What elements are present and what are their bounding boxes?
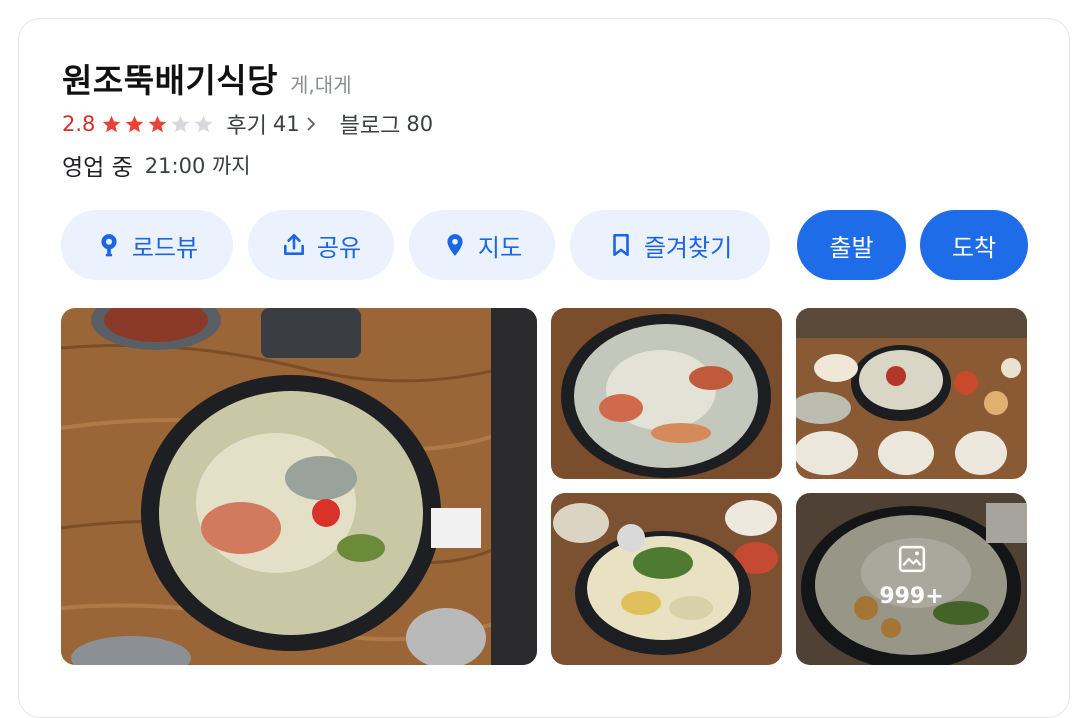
- bookmark-button[interactable]: 즐겨찾기: [570, 210, 770, 280]
- depart-button[interactable]: 출발: [797, 210, 906, 280]
- blog-link[interactable]: 블로그 80: [340, 108, 433, 140]
- photo-3[interactable]: [796, 308, 1027, 479]
- roadview-label: 로드뷰: [131, 233, 199, 262]
- more-photos-overlay[interactable]: 999+: [796, 493, 1027, 665]
- star-rating: [101, 114, 216, 135]
- rating-score: 2.8: [62, 112, 96, 136]
- share-label: 공유: [316, 233, 362, 262]
- arrive-button[interactable]: 도착: [920, 210, 1028, 280]
- reviews-label: 후기: [226, 114, 267, 139]
- star-icon: [172, 115, 190, 132]
- roadview-button[interactable]: 로드뷰: [61, 210, 233, 280]
- star-icon: [126, 115, 144, 132]
- gallery-icon: [898, 545, 925, 572]
- bookmark-icon: [613, 233, 629, 257]
- share-button[interactable]: 공유: [248, 210, 394, 280]
- star-icon: [195, 115, 213, 132]
- map-label: 지도: [477, 233, 523, 262]
- close-time: 21:00 까지: [144, 154, 251, 178]
- title-row: 원조뚝배기식당 게,대게: [62, 54, 352, 102]
- reviews-link[interactable]: 후기 41: [226, 108, 315, 140]
- photo-4[interactable]: [551, 493, 782, 665]
- more-photos-count: 999+: [879, 583, 944, 609]
- share-icon: [283, 233, 304, 255]
- star-icon: [103, 115, 121, 132]
- photo-main[interactable]: [61, 308, 537, 665]
- place-category: 게,대게: [290, 73, 352, 97]
- depart-label: 출발: [829, 233, 874, 262]
- place-name[interactable]: 원조뚝배기식당: [62, 54, 278, 102]
- map-pin-icon: [447, 234, 463, 256]
- photo-2[interactable]: [551, 308, 782, 479]
- bookmark-label: 즐겨찾기: [643, 233, 733, 262]
- star-icon: [149, 115, 167, 132]
- rating-row: 2.8 후기 41 블로그 80: [62, 108, 433, 140]
- blog-count: 80: [406, 112, 434, 136]
- open-status: 영업 중: [62, 155, 133, 181]
- map-button[interactable]: 지도: [409, 210, 555, 280]
- photo-more[interactable]: 999+: [796, 493, 1027, 665]
- blog-label: 블로그: [339, 114, 401, 139]
- reviews-count: 41: [272, 112, 300, 136]
- arrive-label: 도착: [951, 233, 997, 262]
- hours-row: 영업 중 21:00 까지: [62, 148, 251, 182]
- roadview-pin-icon: [101, 234, 117, 257]
- chevron-right-icon: [306, 117, 315, 131]
